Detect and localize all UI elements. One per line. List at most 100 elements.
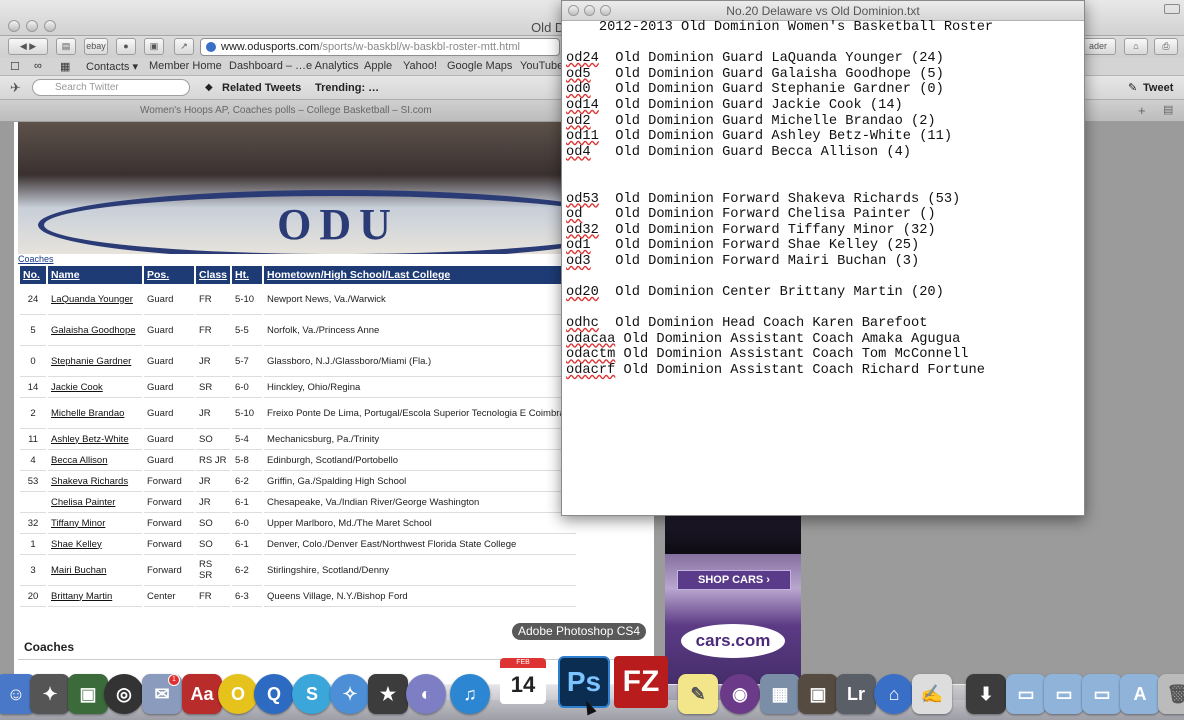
player-number: 53 — [20, 471, 46, 492]
player-name-link[interactable]: Ashley Betz-White — [48, 429, 142, 450]
tab-overview-button[interactable]: ▤ — [1163, 103, 1173, 116]
editor-line: od Old Dominion Forward Chelisa Painter … — [566, 207, 1076, 223]
launchpad-icon[interactable]: ✦ — [30, 674, 70, 714]
shop-cars-button[interactable]: SHOP CARS › — [677, 570, 791, 590]
bookmark-item[interactable]: YouTube — [520, 60, 563, 72]
color-wheel-icon[interactable]: ◉ — [720, 674, 760, 714]
player-hometown: Denver, Colo./Denver East/Northwest Flor… — [264, 534, 576, 555]
player-position: Forward — [144, 555, 194, 586]
line-text: Old Dominion Guard Becca Allison (4) — [590, 144, 911, 160]
quicktime-icon[interactable]: Q — [254, 674, 294, 714]
table-row: 0 Stephanie Gardner Guard JR 5-7 Glassboro, N… — [20, 346, 576, 377]
header-height[interactable]: Ht. — [232, 266, 263, 284]
dock-tooltip: Adobe Photoshop CS4 — [512, 623, 647, 640]
lightroom-icon[interactable]: Lr — [836, 674, 876, 714]
player-name-link[interactable]: Mairi Buchan — [48, 555, 142, 586]
player-class: JR — [196, 346, 231, 377]
editor-text-area[interactable]: 2012-2013 Old Dominion Women's Basketbal… — [566, 20, 1076, 379]
editor-line: od32 Old Dominion Forward Tiffany Minor … — [566, 223, 1076, 239]
player-position: Guard — [144, 377, 194, 398]
folder-stack-icon[interactable]: ▭ — [1082, 674, 1122, 714]
bookmark-item[interactable]: Contacts ▾ — [86, 60, 138, 73]
globe-app-icon[interactable]: S — [292, 674, 332, 714]
itunes-icon-yellow[interactable]: O — [218, 674, 258, 714]
preview-icon[interactable]: ▦ — [760, 674, 800, 714]
tweet-button[interactable]: Tweet — [1143, 82, 1173, 94]
dashboard-icon[interactable]: ◎ — [104, 674, 144, 714]
photo-booth-icon[interactable]: ▣ — [798, 674, 838, 714]
player-name-link[interactable]: Shakeva Richards — [48, 471, 142, 492]
editor-line: odactm Old Dominion Assistant Coach Tom … — [566, 347, 1076, 363]
related-tweets-button[interactable]: Related Tweets — [222, 82, 301, 94]
shortcut-code: od — [566, 207, 583, 223]
new-tab-button[interactable]: + — [1138, 103, 1146, 118]
folder-stack-icon[interactable]: ▭ — [1006, 674, 1046, 714]
bookmark-item[interactable]: Yahoo! — [403, 60, 437, 72]
editor-line: od0 Old Dominion Guard Stephanie Gardner… — [566, 82, 1076, 98]
header-no[interactable]: No. — [20, 266, 46, 284]
downloads-stack-icon[interactable]: ⬇ — [966, 674, 1006, 714]
reading-glasses-icon[interactable]: ∞ — [34, 60, 42, 72]
safari-icon[interactable]: ✧ — [330, 674, 370, 714]
extension-icon[interactable]: ● — [116, 38, 136, 55]
player-name-link[interactable]: Becca Allison — [48, 450, 142, 471]
table-row: 14 Jackie Cook Guard SR 6-0 Hinckley, Ohio/Re… — [20, 377, 576, 398]
bookmarks-book-icon[interactable]: ☐ — [10, 60, 20, 73]
tab-si-com[interactable]: Women's Hoops AP, Coaches polls – Colleg… — [140, 105, 432, 116]
iphoto-icon[interactable]: ◐ — [406, 674, 446, 714]
header-class[interactable]: Class — [196, 266, 231, 284]
player-hometown: Hinckley, Ohio/Regina — [264, 377, 576, 398]
share-icon[interactable]: ↗ — [174, 38, 194, 55]
imovie-icon[interactable]: ★ — [368, 674, 408, 714]
stickies-icon[interactable]: ✎ — [678, 674, 718, 714]
player-class: SR — [196, 377, 231, 398]
header-hometown[interactable]: Hometown/High School/Last College — [264, 266, 576, 284]
player-name-link[interactable]: Stephanie Gardner — [48, 346, 142, 377]
app-store-icon[interactable]: ⌂ — [874, 674, 914, 714]
coaches-link[interactable]: Coaches — [18, 254, 54, 264]
trash-icon[interactable]: 🗑 — [1158, 674, 1184, 714]
address-bar[interactable]: www.odusports.com/sports/w-baskbl/w-bask… — [200, 38, 560, 56]
filezilla-icon[interactable]: FZ — [614, 656, 668, 708]
line-text: Old Dominion Guard LaQuanda Younger (24) — [598, 51, 944, 67]
line-text: Old Dominion Guard Galaisha Goodhope (5) — [590, 66, 944, 82]
editor-line: od24 Old Dominion Guard LaQuanda Younger… — [566, 51, 1076, 67]
player-number: 14 — [20, 377, 46, 398]
bookmark-item[interactable]: Dashboard – …e Analytics — [229, 60, 359, 72]
trending-label[interactable]: Trending: … — [315, 82, 379, 94]
back-forward-buttons[interactable]: ◀ ▶ — [8, 38, 48, 55]
system-utility-icon[interactable]: ▣ — [68, 674, 108, 714]
top-sites-icon[interactable]: ▦ — [60, 60, 70, 73]
player-name-link[interactable]: Galaisha Goodhope — [48, 315, 142, 346]
player-name-link[interactable]: Shae Kelley — [48, 534, 142, 555]
applications-stack-icon[interactable]: A — [1120, 674, 1160, 714]
player-name-link[interactable]: Brittany Martin — [48, 586, 142, 607]
player-name-link[interactable]: Michelle Brandao — [48, 398, 142, 429]
table-row: 53 Shakeva Richards Forward JR 6-2 Griffin, G… — [20, 471, 576, 492]
bookmark-item[interactable]: Member Home — [149, 60, 222, 72]
header-name[interactable]: Name — [48, 266, 142, 284]
ebay-button[interactable]: ebay — [84, 38, 108, 55]
reading-list-icon[interactable]: ▣ — [144, 38, 164, 55]
line-text: Old Dominion Guard Stephanie Gardner (0) — [590, 82, 944, 98]
player-name-link[interactable]: Chelisa Painter — [48, 492, 142, 513]
bookmarks-view-button[interactable]: ▤ — [56, 38, 76, 55]
itunes-icon[interactable]: ♫ — [450, 674, 490, 714]
twitter-search-input[interactable]: Search Twitter — [32, 79, 190, 96]
player-height: 5-7 — [232, 346, 263, 377]
bookmark-item[interactable]: Apple — [364, 60, 392, 72]
player-height: 5-5 — [232, 315, 263, 346]
home-icon[interactable]: ⌂ — [1124, 38, 1148, 55]
player-name-link[interactable]: LaQuanda Younger — [48, 284, 142, 315]
player-name-link[interactable]: Jackie Cook — [48, 377, 142, 398]
bookmark-item[interactable]: Google Maps — [447, 60, 512, 72]
reader-button[interactable]: ader — [1080, 38, 1116, 55]
textedit-icon[interactable]: ✍ — [912, 674, 952, 714]
print-icon[interactable]: ⎙ — [1154, 38, 1178, 55]
fullscreen-button[interactable] — [1164, 4, 1180, 14]
documents-stack-icon[interactable]: ▭ — [1044, 674, 1084, 714]
dictionary-icon[interactable]: Aa — [182, 674, 222, 714]
text-editor-window[interactable]: No.20 Delaware vs Old Dominion.txt 2012-… — [561, 0, 1085, 516]
header-position[interactable]: Pos. — [144, 266, 194, 284]
player-name-link[interactable]: Tiffany Minor — [48, 513, 142, 534]
